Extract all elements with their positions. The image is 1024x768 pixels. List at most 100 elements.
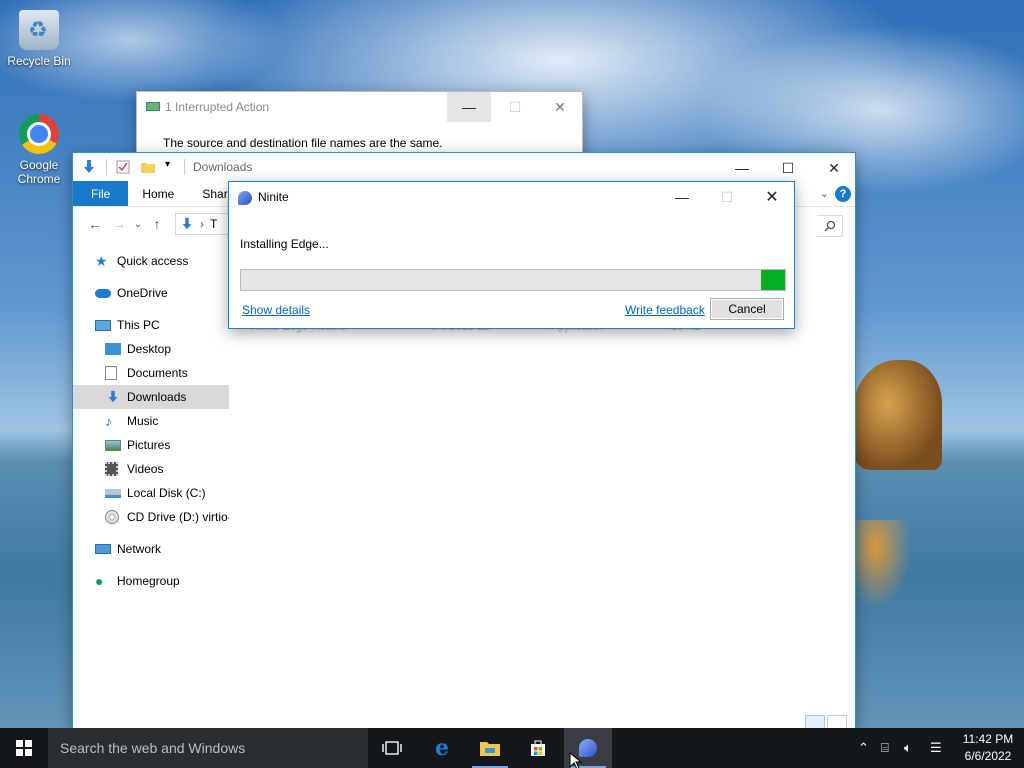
nav-label: Network [117,542,162,556]
close-button[interactable]: ✕ [749,182,795,212]
ninite-installer-window: Ninite — ☐ ✕ Installing Edge... Show det… [228,181,795,329]
close-button[interactable]: ✕ [811,153,857,183]
explorer-title: Downloads [193,160,253,174]
minimize-button[interactable]: — [447,92,491,122]
details-view-button[interactable] [805,715,825,729]
copy-icon [146,102,160,111]
properties-icon[interactable] [115,159,131,175]
interrupted-title: 1 Interrupted Action [165,100,270,114]
music-note-icon: ♪ [105,413,112,429]
search-box[interactable] [817,215,843,237]
tab-file[interactable]: File [73,181,129,206]
nav-downloads[interactable]: Downloads [73,385,229,409]
clock-time: 11:42 PM [962,732,1014,746]
store-icon [531,740,545,756]
drive-icon [105,488,121,498]
chrome-icon [19,114,59,154]
new-folder-icon[interactable] [140,159,156,175]
network-tray-icon[interactable]: ⌸ [881,740,889,756]
navigation-pane: ★ Quick access OneDrive This PC Desktop … [73,249,229,593]
explorer-titlebar[interactable]: ▾ Downloads — ☐ ✕ [73,153,855,181]
close-button[interactable]: ✕ [537,92,583,122]
download-arrow-icon [105,390,121,404]
volume-muted-icon[interactable]: 🔈︎ [904,740,912,756]
forward-button[interactable]: → [107,216,131,232]
install-status: Installing Edge... [240,237,329,251]
star-icon: ★ [95,253,108,269]
recycle-bin-icon [19,10,59,50]
nav-local-disk[interactable]: Local Disk (C:) [73,481,229,505]
nav-label: This PC [117,318,160,332]
nav-music[interactable]: ♪ Music [73,409,229,433]
taskbar-edge[interactable]: e [418,728,466,768]
search-icon [823,220,835,232]
homegroup-icon: ● [95,573,104,589]
maximize-button[interactable]: ☐ [704,182,750,212]
nav-videos[interactable]: Videos [73,457,229,481]
start-button[interactable] [0,728,48,768]
cancel-button[interactable]: Cancel [710,298,784,320]
minimize-button[interactable]: — [659,182,705,212]
cd-icon [105,510,119,524]
desktop-icon-recycle-bin[interactable]: Recycle Bin [2,10,76,68]
address-text: T [210,217,218,231]
nav-desktop[interactable]: Desktop [73,337,229,361]
nav-label: Documents [127,366,188,380]
install-progress-bar [240,269,786,291]
address-bar[interactable]: › T [175,213,235,235]
mouse-cursor-icon [569,752,583,768]
nav-label: Homegroup [117,574,180,588]
folder-icon [480,742,500,756]
recent-locations-button[interactable]: ⌄ [131,219,145,230]
minimize-button[interactable]: — [719,153,765,183]
back-button[interactable]: ← [83,216,107,232]
network-icon [95,544,111,554]
nav-this-pc[interactable]: This PC [73,313,229,337]
action-center-icon[interactable]: ☰ [930,740,942,756]
clock-date: 6/6/2022 [964,749,1012,763]
nav-quick-access[interactable]: ★ Quick access [73,249,229,273]
nav-label: CD Drive (D:) virtio- [127,510,229,524]
nav-network[interactable]: Network [73,537,229,561]
large-icons-view-button[interactable] [827,715,847,729]
nav-cd-drive[interactable]: CD Drive (D:) virtio- [73,505,229,529]
film-icon [105,462,118,476]
chevron-down-icon[interactable]: ▾ [165,159,175,175]
maximize-button[interactable]: ☐ [492,92,538,122]
show-details-link[interactable]: Show details [242,303,310,317]
task-view-button[interactable] [368,728,416,768]
nav-onedrive[interactable]: OneDrive [73,281,229,305]
nav-label: Pictures [127,438,171,452]
help-icon[interactable]: ? [835,186,851,202]
expand-ribbon-icon[interactable]: ⌄ [820,187,829,200]
nav-label: Quick access [117,254,189,268]
pictures-icon [105,439,121,451]
search-placeholder: Search the web and Windows [60,740,246,756]
computer-icon [95,319,111,331]
tab-home[interactable]: Home [128,181,188,206]
nav-homegroup[interactable]: ● Homegroup [73,569,229,593]
nav-pictures[interactable]: Pictures [73,433,229,457]
show-hidden-icons-button[interactable]: ⌃ [858,740,869,756]
progress-fill [760,270,785,290]
task-view-icon [382,741,402,755]
taskbar-file-explorer[interactable] [466,728,514,768]
interrupted-titlebar[interactable]: 1 Interrupted Action — ☐ ✕ [137,92,582,122]
nav-label: Videos [127,462,164,476]
desktop-icon-google-chrome[interactable]: Google Chrome [2,114,76,186]
breadcrumb-separator: › [200,217,204,231]
write-feedback-link[interactable]: Write feedback [625,303,705,317]
nav-label: Downloads [127,390,187,404]
up-button[interactable]: ↑ [145,216,169,232]
maximize-button[interactable]: ☐ [765,153,811,183]
system-clock[interactable]: 11:42 PM 6/6/2022 [960,731,1016,765]
nav-label: OneDrive [117,286,168,300]
taskbar-search[interactable]: Search the web and Windows [48,728,368,768]
desktop-icon-label: Google Chrome [17,158,61,186]
ninite-titlebar[interactable]: Ninite — ☐ ✕ [229,182,794,212]
nav-label: Desktop [127,342,172,356]
nav-documents[interactable]: Documents [73,361,229,385]
desktop-folder-icon [105,343,121,355]
taskbar-store[interactable] [514,728,562,768]
desktop-icon-label: Recycle Bin [7,54,71,68]
